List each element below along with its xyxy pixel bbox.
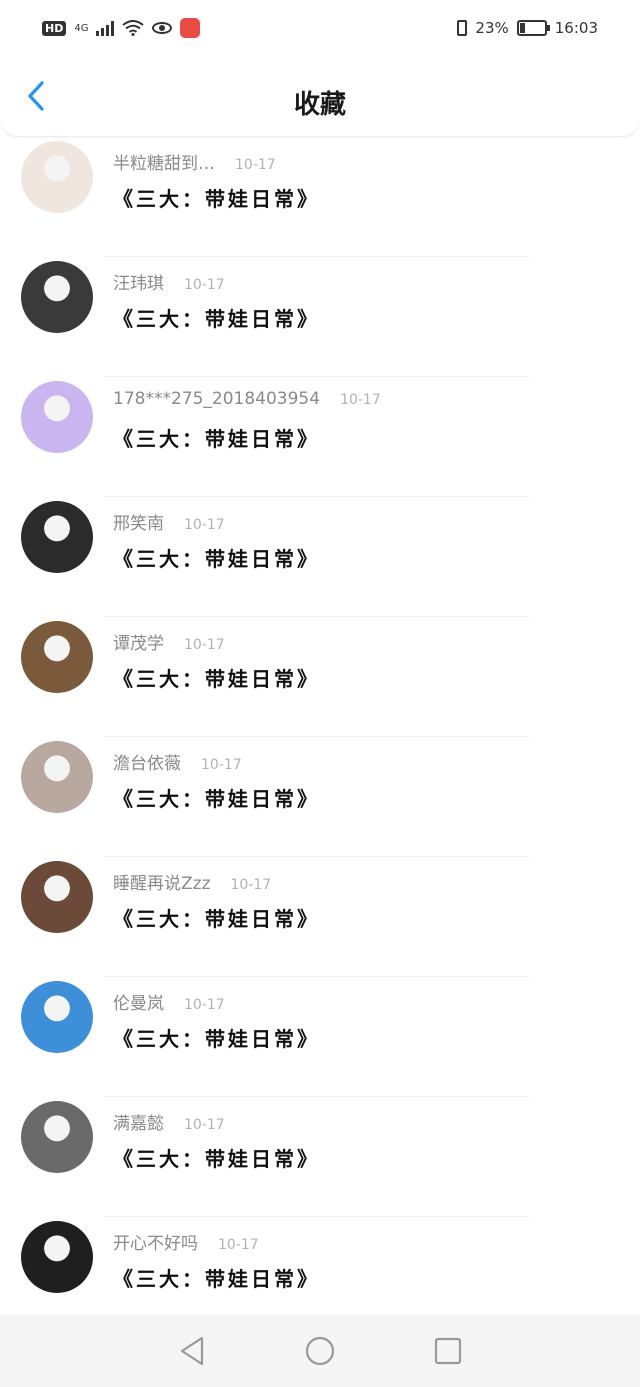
favorite-item[interactable]: 178***275_2018403954 10-17 《三大：带娃日常》 bbox=[0, 377, 640, 497]
favorite-item[interactable]: 澹台依薇 10-17 《三大：带娃日常》 bbox=[0, 737, 640, 857]
nav-back-button[interactable] bbox=[177, 1336, 207, 1366]
back-triangle-icon bbox=[180, 1336, 204, 1366]
user-name[interactable]: 半粒糖甜到… bbox=[113, 149, 215, 174]
item-meta: 满嘉懿 10-17 bbox=[113, 1109, 225, 1134]
item-meta: 汪玮琪 10-17 bbox=[113, 269, 225, 294]
user-name[interactable]: 睡醒再说Zzz bbox=[113, 869, 211, 894]
user-name[interactable]: 满嘉懿 bbox=[113, 1109, 164, 1134]
app-icon bbox=[180, 18, 201, 38]
item-meta: 谭茂学 10-17 bbox=[113, 629, 225, 654]
vibrate-icon bbox=[457, 20, 468, 36]
avatar[interactable] bbox=[21, 981, 93, 1053]
book-title[interactable]: 《三大：带娃日常》 bbox=[113, 1143, 320, 1172]
item-date: 10-17 bbox=[184, 517, 225, 533]
battery-percent: 23% bbox=[475, 19, 509, 37]
user-name[interactable]: 谭茂学 bbox=[113, 629, 164, 654]
system-nav-bar bbox=[0, 1315, 640, 1387]
favorite-item[interactable]: 伦曼岚 10-17 《三大：带娃日常》 bbox=[0, 977, 640, 1097]
avatar[interactable] bbox=[21, 261, 93, 333]
item-date: 10-17 bbox=[184, 637, 225, 653]
avatar[interactable] bbox=[21, 861, 93, 933]
eye-icon bbox=[152, 22, 173, 34]
item-date: 10-17 bbox=[218, 1237, 259, 1253]
item-date: 10-17 bbox=[184, 997, 225, 1013]
header: 收藏 bbox=[0, 56, 640, 137]
book-title[interactable]: 《三大：带娃日常》 bbox=[113, 903, 320, 932]
item-date: 10-17 bbox=[184, 277, 225, 293]
item-meta: 睡醒再说Zzz 10-17 bbox=[113, 869, 271, 894]
status-bar: HD 4G 23% 16:03 bbox=[0, 0, 640, 56]
user-name[interactable]: 178***275_2018403954 bbox=[113, 389, 320, 409]
favorites-list: 半粒糖甜到… 10-17 《三大：带娃日常》 汪玮琪 10-17 《三大：带娃日常》 178… bbox=[0, 137, 640, 1337]
item-date: 10-17 bbox=[340, 392, 381, 408]
network-type: 4G bbox=[74, 22, 89, 34]
book-title[interactable]: 《三大：带娃日常》 bbox=[113, 183, 320, 212]
user-name[interactable]: 伦曼岚 bbox=[113, 989, 164, 1014]
item-meta: 开心不好吗 10-17 bbox=[113, 1229, 259, 1254]
avatar[interactable] bbox=[21, 381, 93, 453]
recents-square-icon bbox=[434, 1337, 462, 1365]
item-date: 10-17 bbox=[184, 1117, 225, 1133]
item-meta: 澹台依薇 10-17 bbox=[113, 749, 242, 774]
item-date: 10-17 bbox=[230, 877, 272, 893]
item-date: 10-17 bbox=[235, 157, 276, 173]
favorite-item[interactable]: 邢笑南 10-17 《三大：带娃日常》 bbox=[0, 497, 640, 617]
user-name[interactable]: 汪玮琪 bbox=[113, 269, 164, 294]
item-meta: 邢笑南 10-17 bbox=[113, 509, 225, 534]
user-name[interactable]: 邢笑南 bbox=[113, 509, 164, 534]
clock: 16:03 bbox=[554, 19, 598, 37]
user-name[interactable]: 澹台依薇 bbox=[113, 749, 181, 774]
item-date: 10-17 bbox=[201, 757, 242, 773]
nav-recents-button[interactable] bbox=[433, 1336, 463, 1366]
avatar[interactable] bbox=[21, 1221, 93, 1293]
hd-badge: HD bbox=[42, 20, 67, 36]
status-right: 23% 16:03 bbox=[457, 19, 598, 37]
item-meta: 178***275_2018403954 10-17 bbox=[113, 389, 381, 409]
book-title[interactable]: 《三大：带娃日常》 bbox=[113, 543, 320, 572]
book-title[interactable]: 《三大：带娃日常》 bbox=[113, 423, 320, 452]
item-meta: 半粒糖甜到… 10-17 bbox=[113, 149, 276, 174]
status-left: HD 4G bbox=[42, 18, 201, 38]
battery-icon bbox=[516, 20, 550, 36]
favorite-item[interactable]: 汪玮琪 10-17 《三大：带娃日常》 bbox=[0, 257, 640, 377]
avatar[interactable] bbox=[21, 741, 93, 813]
signal-icon bbox=[96, 20, 115, 36]
home-circle-icon bbox=[305, 1336, 335, 1366]
favorite-item[interactable]: 半粒糖甜到… 10-17 《三大：带娃日常》 bbox=[0, 137, 640, 257]
avatar[interactable] bbox=[21, 1101, 93, 1173]
book-title[interactable]: 《三大：带娃日常》 bbox=[113, 303, 320, 332]
book-title[interactable]: 《三大：带娃日常》 bbox=[113, 1023, 320, 1052]
book-title[interactable]: 《三大：带娃日常》 bbox=[113, 663, 320, 692]
favorite-item[interactable]: 谭茂学 10-17 《三大：带娃日常》 bbox=[0, 617, 640, 737]
book-title[interactable]: 《三大：带娃日常》 bbox=[113, 783, 320, 812]
user-name[interactable]: 开心不好吗 bbox=[113, 1229, 198, 1254]
favorite-item[interactable]: 满嘉懿 10-17 《三大：带娃日常》 bbox=[0, 1097, 640, 1217]
item-meta: 伦曼岚 10-17 bbox=[113, 989, 225, 1014]
avatar[interactable] bbox=[21, 141, 93, 213]
avatar[interactable] bbox=[21, 501, 93, 573]
avatar[interactable] bbox=[21, 621, 93, 693]
book-title[interactable]: 《三大：带娃日常》 bbox=[113, 1263, 320, 1292]
favorite-item[interactable]: 睡醒再说Zzz 10-17 《三大：带娃日常》 bbox=[0, 857, 640, 977]
page-title: 收藏 bbox=[293, 90, 346, 120]
nav-home-button[interactable] bbox=[305, 1336, 335, 1366]
battery-fill bbox=[519, 23, 525, 33]
wifi-icon bbox=[122, 20, 145, 36]
